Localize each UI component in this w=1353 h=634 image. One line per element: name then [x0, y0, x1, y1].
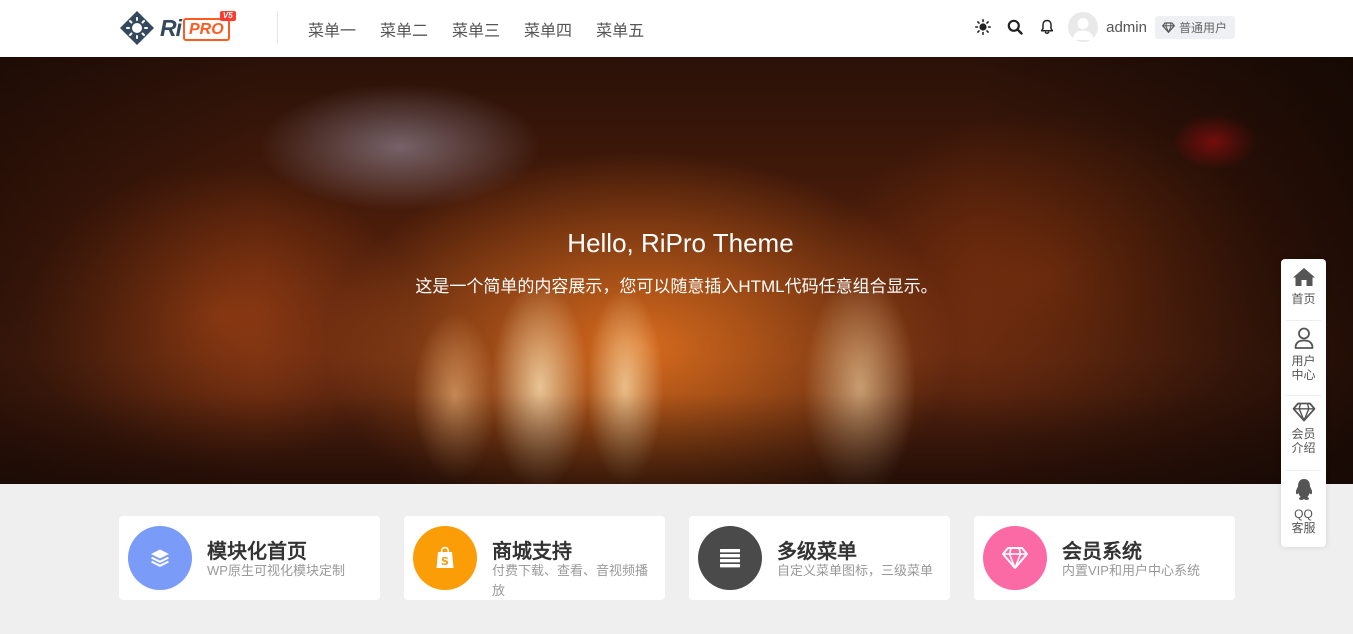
- floatbar-label: 用户中心: [1291, 354, 1316, 382]
- feature-title: 多级菜单: [777, 541, 857, 563]
- hero-subtitle: 这是一个简单的内容展示，您可以随意插入HTML代码任意组合显示。: [415, 277, 938, 296]
- feature-title: 商城支持: [492, 541, 572, 563]
- feature-icon-circle: S: [413, 526, 477, 590]
- floatbar-label: 首页: [1291, 292, 1316, 306]
- username[interactable]: admin: [1106, 19, 1147, 36]
- floatbar-user-center[interactable]: 用户中心: [1281, 327, 1326, 382]
- shopify-icon: S: [436, 546, 454, 568]
- theme-toggle-sun-icon[interactable]: [975, 19, 992, 35]
- floatbar-qq-support[interactable]: QQ客服: [1281, 478, 1326, 535]
- notification-bell-icon[interactable]: [1039, 19, 1055, 35]
- diamond-icon: [1162, 21, 1175, 33]
- nav-item-4[interactable]: 菜单四: [524, 17, 572, 41]
- feature-title: 模块化首页: [207, 541, 307, 563]
- qq-icon: [1295, 479, 1312, 500]
- feature-desc: 自定义菜单图标，三级菜单: [777, 563, 934, 578]
- floatbar-divider: [1286, 395, 1321, 396]
- search-icon[interactable]: [1007, 19, 1023, 35]
- user-level-label: 普通用户: [1178, 20, 1227, 35]
- hero-title: Hello, RiPro Theme: [567, 228, 794, 258]
- feature-desc: WP原生可视化模块定制: [207, 563, 345, 578]
- hero-shade-bottom: [0, 394, 1353, 484]
- feature-card-shop[interactable]: S 商城支持 付费下载、查看、音视频播放: [404, 516, 665, 600]
- floatbar-label: QQ客服: [1291, 507, 1316, 535]
- feature-icon-circle: [128, 526, 192, 590]
- feature-icon-circle: [698, 526, 762, 590]
- feature-icon-circle: [983, 526, 1047, 590]
- diamond-icon: [1002, 547, 1028, 569]
- feature-desc: 付费下载、查看、音视频播放: [492, 563, 649, 598]
- header-divider: [277, 11, 278, 43]
- user-level-badge[interactable]: 普通用户: [1154, 15, 1235, 39]
- site-header: Ri PRO V5 菜单一 菜单二 菜单三 菜单四 菜单五 admin 普通用户: [0, 0, 1353, 57]
- svg-text:S: S: [441, 555, 449, 568]
- header-actions: admin 普通用户: [975, 12, 1235, 42]
- floatbar-divider: [1286, 320, 1321, 321]
- floatbar-membership[interactable]: 会员介绍: [1281, 402, 1326, 455]
- nav-item-1[interactable]: 菜单一: [308, 17, 356, 41]
- main-nav: 菜单一 菜单二 菜单三 菜单四 菜单五: [308, 17, 644, 41]
- list-icon: [720, 549, 740, 568]
- floatbar-divider: [1286, 470, 1321, 471]
- home-icon: [1292, 268, 1315, 286]
- floatbar-label: 会员介绍: [1291, 427, 1316, 455]
- feature-title: 会员系统: [1062, 541, 1142, 563]
- right-float-toolbar: 首页 用户中心 会员介绍 QQ客服: [1281, 259, 1326, 547]
- user-icon: [1294, 327, 1313, 349]
- layers-icon: [151, 549, 169, 567]
- logo-diamond-icon: [120, 11, 154, 45]
- feature-card-membership[interactable]: 会员系统 内置VIP和用户中心系统: [974, 516, 1235, 600]
- nav-item-2[interactable]: 菜单二: [380, 17, 428, 41]
- feature-desc: 内置VIP和用户中心系统: [1062, 563, 1200, 578]
- hero-banner: Hello, RiPro Theme 这是一个简单的内容展示，您可以随意插入HT…: [0, 57, 1353, 484]
- feature-card-multilevel-menu[interactable]: 多级菜单 自定义菜单图标，三级菜单: [689, 516, 950, 600]
- floatbar-home[interactable]: 首页: [1281, 267, 1326, 306]
- feature-cards: 模块化首页 WP原生可视化模块定制 S 商城支持 付费下载、查看、音视频播放 多…: [119, 516, 1235, 600]
- diamond-icon: [1292, 402, 1315, 422]
- nav-item-5[interactable]: 菜单五: [596, 17, 644, 41]
- user-avatar[interactable]: [1068, 12, 1099, 42]
- site-logo[interactable]: Ri PRO V5: [118, 9, 244, 47]
- feature-card-modular-home[interactable]: 模块化首页 WP原生可视化模块定制: [119, 516, 380, 600]
- logo-version-badge: V5: [219, 11, 236, 21]
- logo-wordmark: Ri PRO V5: [160, 9, 236, 47]
- logo-ri-text: Ri: [160, 14, 182, 41]
- nav-item-3[interactable]: 菜单三: [452, 17, 500, 41]
